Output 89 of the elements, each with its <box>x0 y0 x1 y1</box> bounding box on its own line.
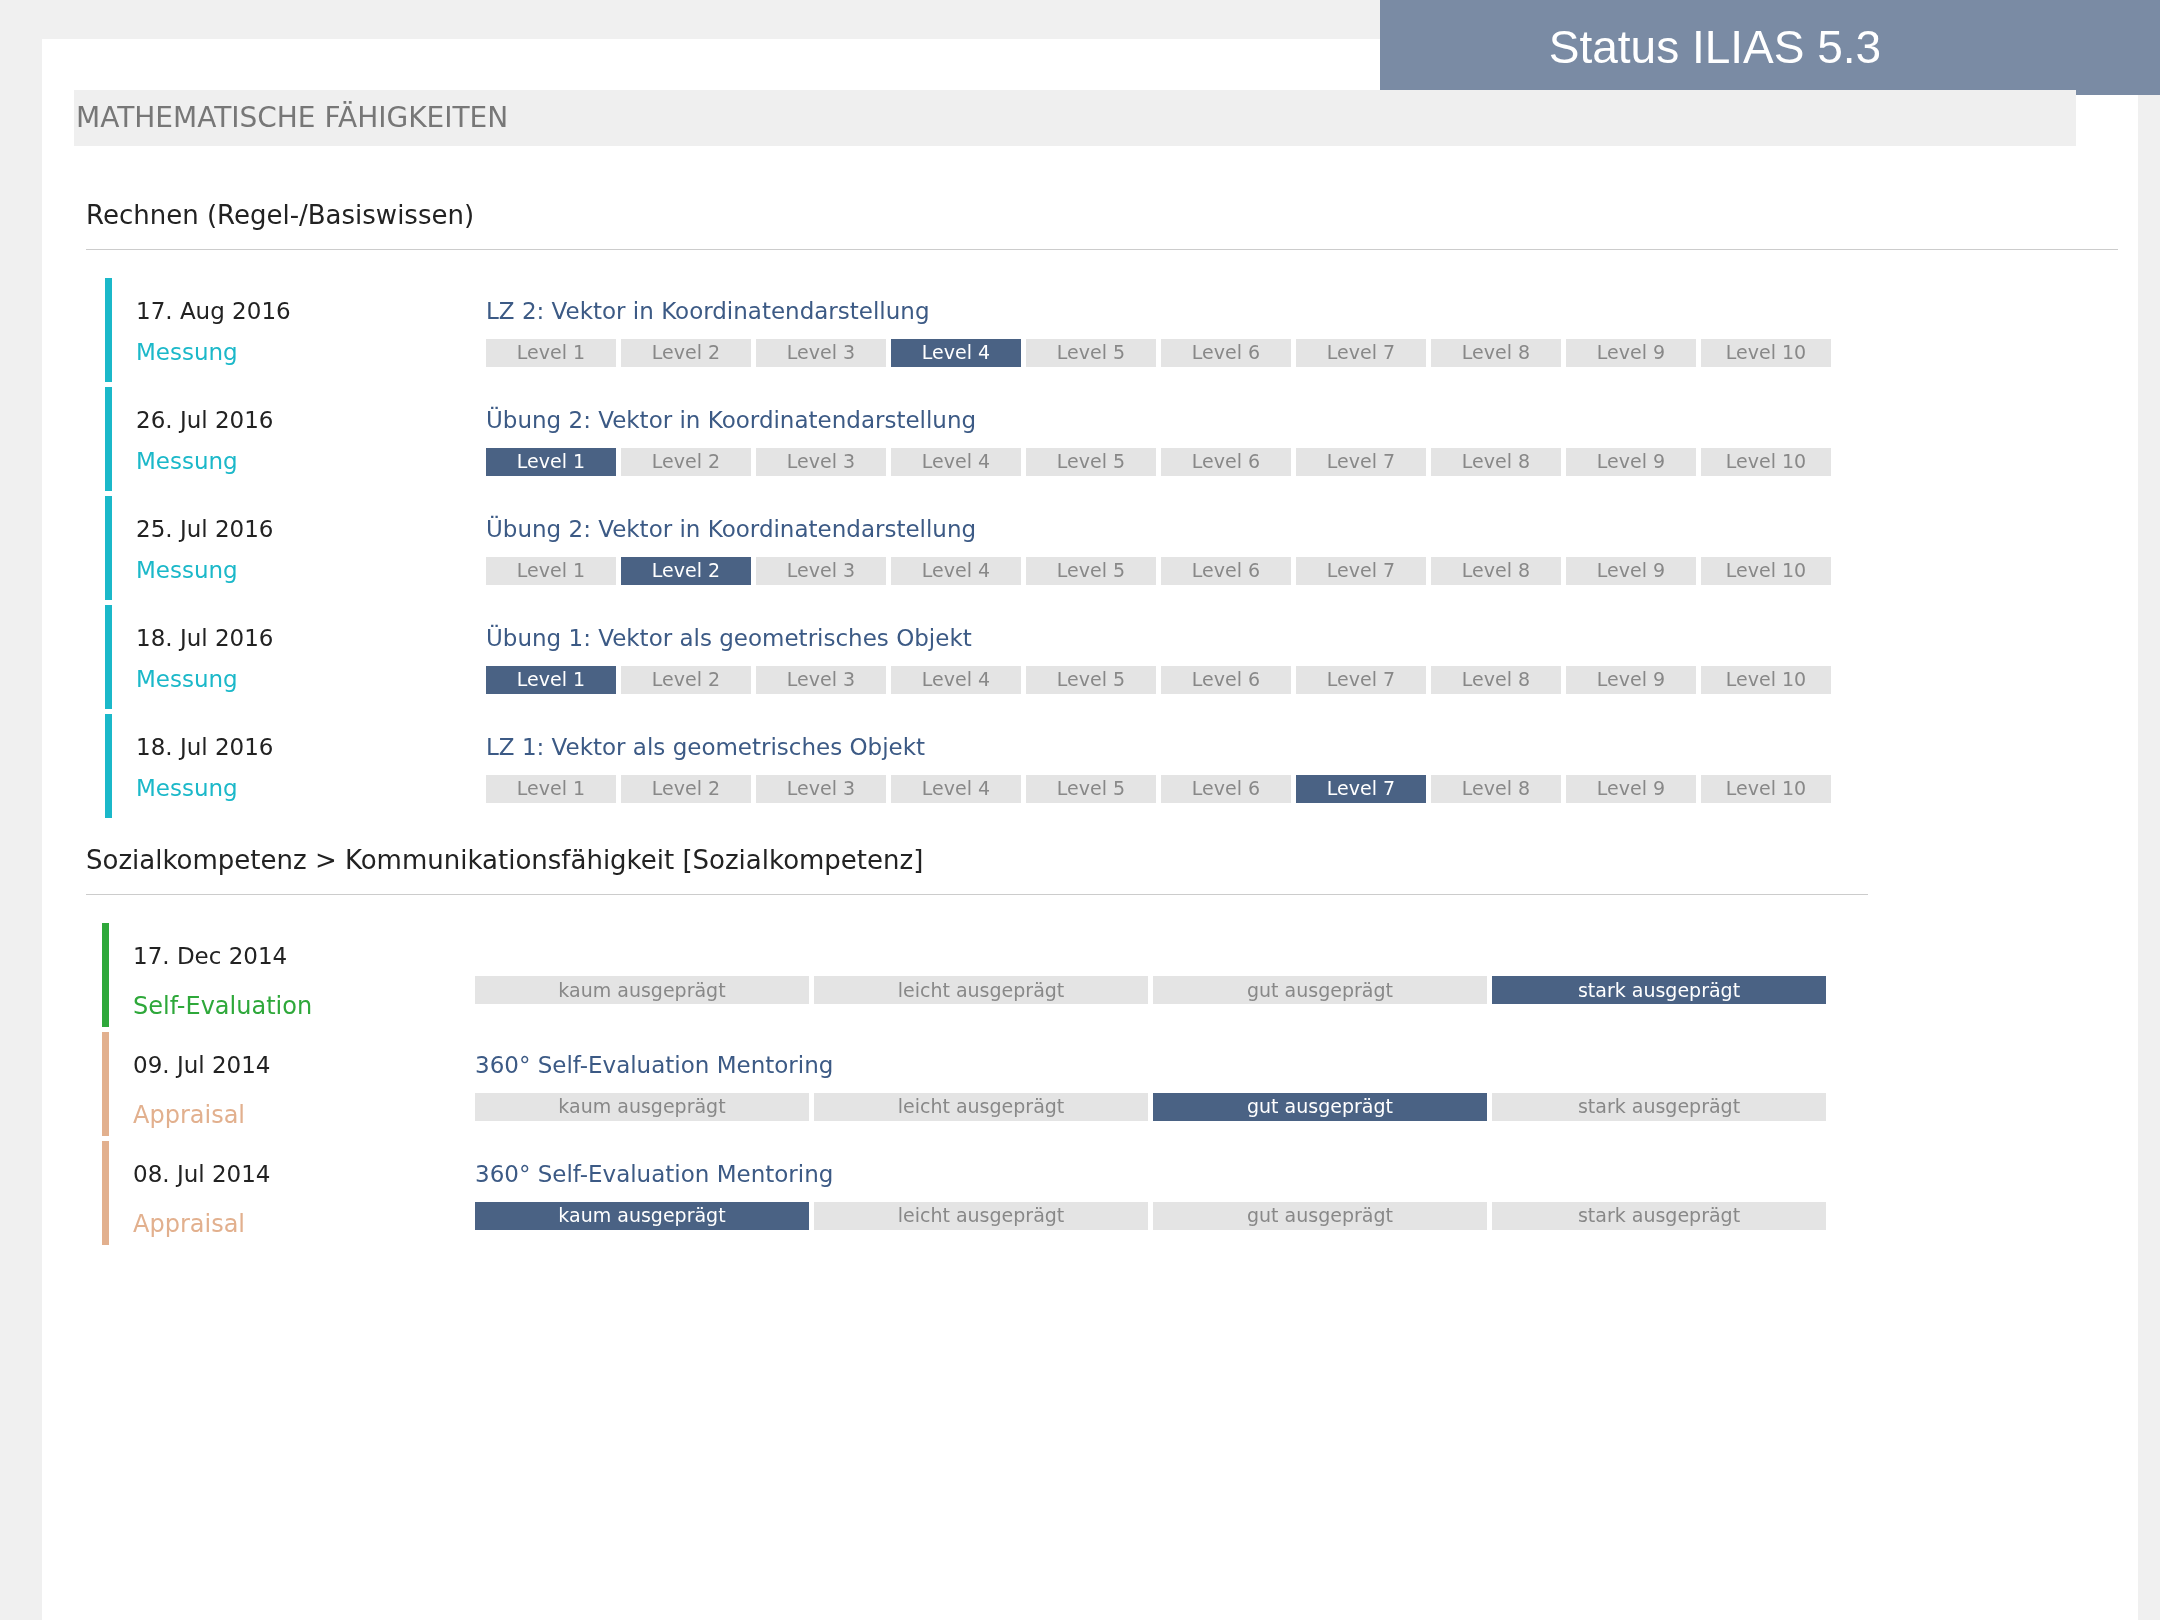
entry-date: 09. Jul 2014 <box>133 1051 272 1080</box>
level-cell: Level 1 <box>486 665 616 694</box>
entry-type: Messung <box>136 555 239 585</box>
entry-type: Appraisal <box>133 1099 246 1131</box>
level-cell: Level 6 <box>1161 774 1291 803</box>
header-title: MATHEMATISCHE FÄHIGKEITEN <box>76 100 509 136</box>
level-cell: Level 3 <box>756 447 886 476</box>
level-cell: Level 2 <box>621 665 751 694</box>
entry-title-link[interactable]: 360° Self-Evaluation Mentoring <box>475 1157 1826 1192</box>
entry-title-link[interactable]: Übung 1: Vektor als geometrisches Objekt <box>486 621 1831 656</box>
level-cell: Level 4 <box>891 447 1021 476</box>
level-cell: Level 3 <box>756 665 886 694</box>
entry-date: 18. Jul 2016 <box>136 733 275 762</box>
rating-level: leicht ausgeprägt <box>814 1092 1148 1121</box>
level-cell: Level 7 <box>1296 556 1426 585</box>
level-cell: Level 1 <box>486 556 616 585</box>
level-cell: Level 5 <box>1026 556 1156 585</box>
level-cell: Level 5 <box>1026 447 1156 476</box>
level-cell: Level 3 <box>756 338 886 367</box>
banner-title: Status ILIAS 5.3 <box>1548 20 1883 75</box>
rating-level: stark ausgeprägt <box>1492 1092 1826 1121</box>
section-title: Sozialkompetenz > Kommunikationsfähigkeit [Sozialkompetenz] <box>86 841 1868 895</box>
level-cell: Level 8 <box>1431 556 1561 585</box>
entry-title-link[interactable]: Übung 2: Vektor in Koordinatendarstellung <box>486 403 1831 438</box>
rating-level: gut ausgeprägt <box>1153 976 1487 1004</box>
level-cell: Level 8 <box>1431 774 1561 803</box>
level-cell: Level 9 <box>1566 338 1696 367</box>
level-cell: Level 9 <box>1566 447 1696 476</box>
entry-type: Messung <box>136 337 239 367</box>
level-cell: Level 7 <box>1296 447 1426 476</box>
rating-level: gut ausgeprägt <box>1153 1092 1487 1121</box>
section-title: Rechnen (Regel-/Basiswissen) <box>86 196 2118 250</box>
entry-date: 17. Dec 2014 <box>133 942 289 971</box>
entry-type: Appraisal <box>133 1208 246 1240</box>
level-cell: Level 9 <box>1566 665 1696 694</box>
level-cell: Level 7 <box>1296 665 1426 694</box>
level-cell: Level 4 <box>891 774 1021 803</box>
level-cell: Level 10 <box>1701 774 1831 803</box>
rating-level: leicht ausgeprägt <box>814 1201 1148 1230</box>
level-cell: Level 2 <box>621 447 751 476</box>
level-cell: Level 1 <box>486 338 616 367</box>
level-cell: Level 2 <box>621 338 751 367</box>
level-cell: Level 5 <box>1026 338 1156 367</box>
entry-title-link[interactable]: Übung 2: Vektor in Koordinatendarstellung <box>486 512 1831 547</box>
entry-type: Messung <box>136 773 239 803</box>
level-cell: Level 5 <box>1026 665 1156 694</box>
level-cell: Level 8 <box>1431 447 1561 476</box>
rating-level: kaum ausgeprägt <box>475 1201 809 1230</box>
entry-title-link[interactable]: 360° Self-Evaluation Mentoring <box>475 1048 1826 1083</box>
level-cell: Level 6 <box>1161 556 1291 585</box>
entry-type: Self-Evaluation <box>133 990 314 1022</box>
level-cell: Level 2 <box>621 774 751 803</box>
level-cell: Level 3 <box>756 774 886 803</box>
level-cell: Level 10 <box>1701 338 1831 367</box>
level-cell: Level 10 <box>1701 556 1831 585</box>
entry-date: 17. Aug 2016 <box>136 297 292 326</box>
rating-level: kaum ausgeprägt <box>475 1092 809 1121</box>
rating-level: stark ausgeprägt <box>1492 976 1826 1004</box>
level-cell: Level 1 <box>486 447 616 476</box>
level-cell: Level 7 <box>1296 338 1426 367</box>
level-cell: Level 10 <box>1701 665 1831 694</box>
level-cell: Level 6 <box>1161 338 1291 367</box>
level-cell: Level 8 <box>1431 338 1561 367</box>
level-cell: Level 9 <box>1566 556 1696 585</box>
entry-type: Messung <box>136 664 239 694</box>
level-cell: Level 1 <box>486 774 616 803</box>
level-cell: Level 4 <box>891 338 1021 367</box>
entry-title-link[interactable]: LZ 1: Vektor als geometrisches Objekt <box>486 730 1831 765</box>
level-cell: Level 4 <box>891 665 1021 694</box>
entry-date: 26. Jul 2016 <box>136 406 275 435</box>
entry-date: 25. Jul 2016 <box>136 515 275 544</box>
rating-level: leicht ausgeprägt <box>814 976 1148 1004</box>
level-cell: Level 8 <box>1431 665 1561 694</box>
rating-level: gut ausgeprägt <box>1153 1201 1487 1230</box>
level-cell: Level 10 <box>1701 447 1831 476</box>
entry-type: Messung <box>136 446 239 476</box>
level-cell: Level 6 <box>1161 665 1291 694</box>
level-cell: Level 7 <box>1296 774 1426 803</box>
entry-title-link[interactable]: LZ 2: Vektor in Koordinatendarstellung <box>486 294 1831 329</box>
level-cell: Level 3 <box>756 556 886 585</box>
entry-date: 18. Jul 2016 <box>136 624 275 653</box>
level-cell: Level 2 <box>621 556 751 585</box>
level-cell: Level 6 <box>1161 447 1291 476</box>
entry-date: 08. Jul 2014 <box>133 1160 272 1189</box>
level-cell: Level 4 <box>891 556 1021 585</box>
rating-level: stark ausgeprägt <box>1492 1201 1826 1230</box>
level-cell: Level 5 <box>1026 774 1156 803</box>
rating-level: kaum ausgeprägt <box>475 976 809 1004</box>
level-cell: Level 9 <box>1566 774 1696 803</box>
